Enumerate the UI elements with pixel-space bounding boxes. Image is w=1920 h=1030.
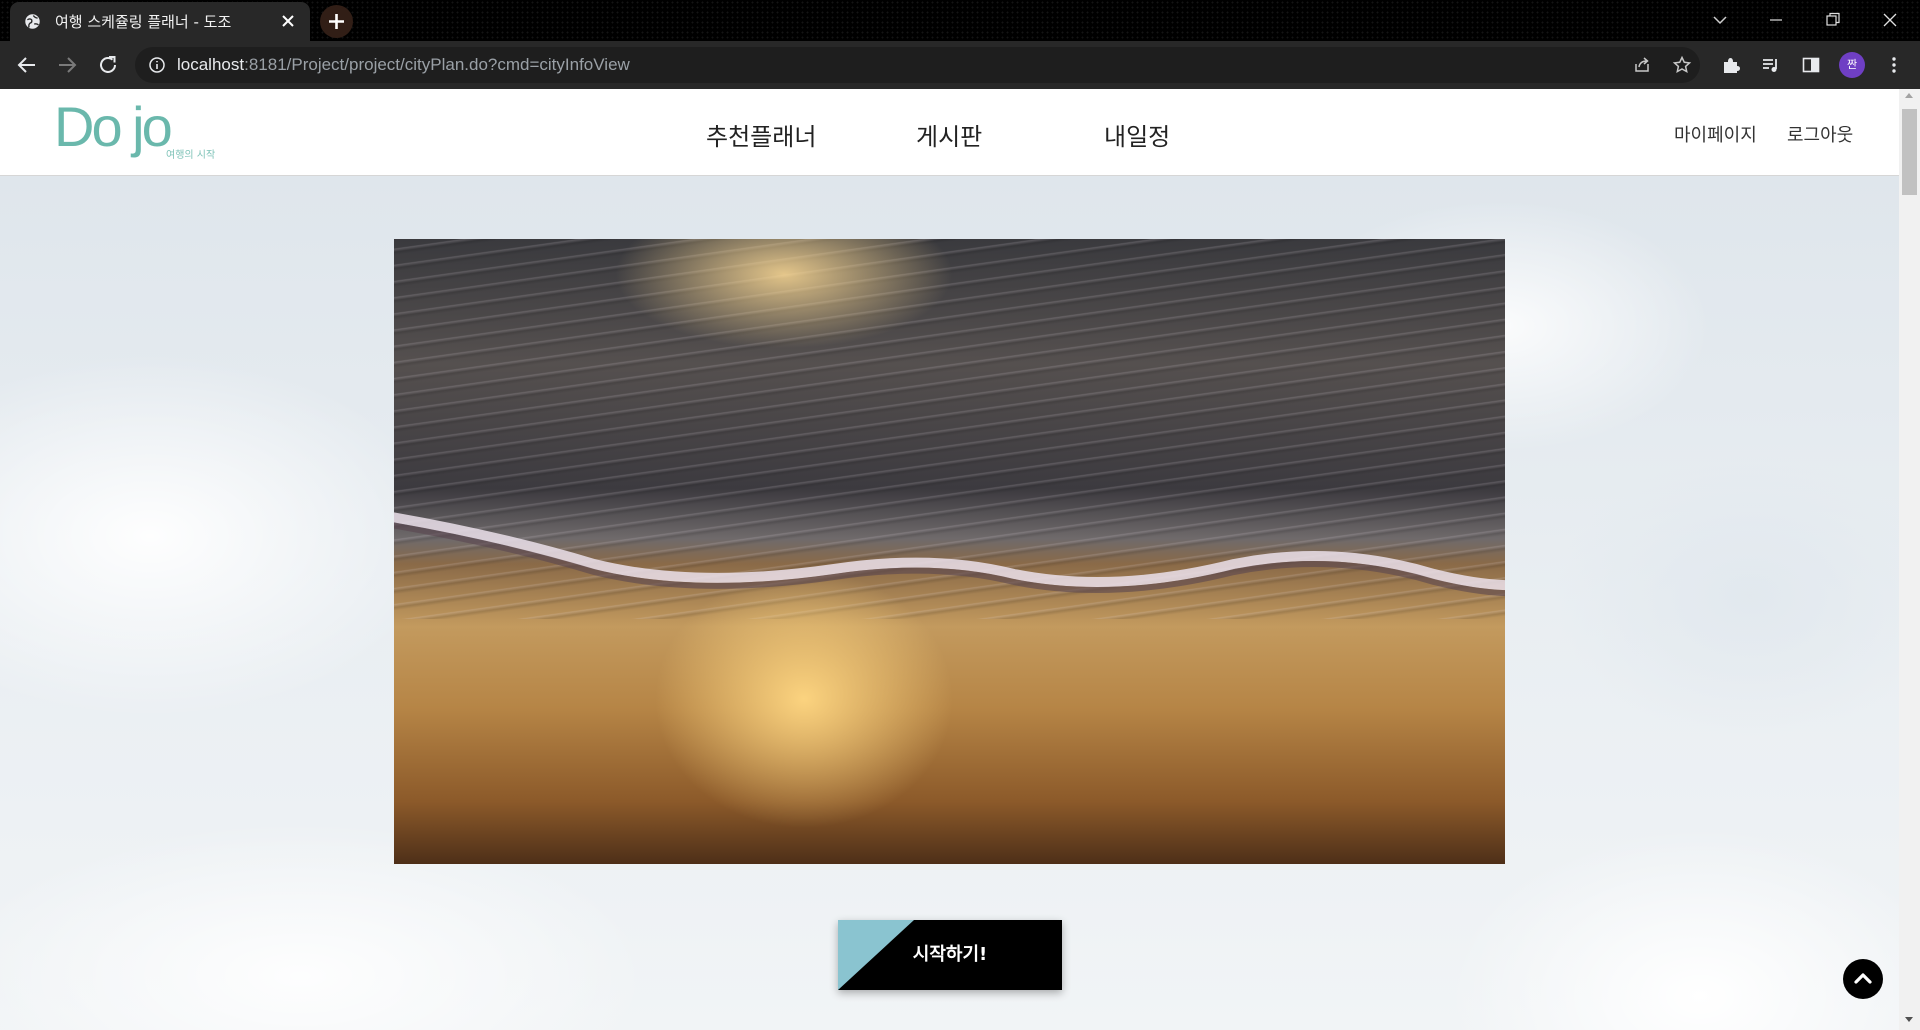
globe-icon <box>25 14 40 29</box>
reload-icon[interactable] <box>96 53 120 77</box>
logo-subtitle: 여행의 시작 <box>166 150 216 161</box>
restore-icon[interactable] <box>1823 10 1843 30</box>
address-bar[interactable]: localhost:8181/Project/project/cityPlan.… <box>135 47 1700 83</box>
start-button[interactable]: 시작하기! <box>838 920 1062 990</box>
page-scrollbar[interactable] <box>1899 89 1920 1030</box>
browser-toolbar: localhost:8181/Project/project/cityPlan.… <box>0 41 1920 89</box>
url-path: :8181/Project/project/cityPlan.do?cmd=ci… <box>244 55 630 74</box>
scroll-to-top-button[interactable] <box>1843 959 1883 999</box>
nav-recommend-planner[interactable]: 추천플래너 <box>706 117 816 152</box>
close-window-icon[interactable] <box>1880 10 1900 30</box>
logout-link[interactable]: 로그아웃 <box>1787 121 1853 147</box>
page-viewport: Do jo 여행의 시작 추천플래너 게시판 내일정 마이페이지 로그아웃 시작… <box>0 89 1920 1030</box>
start-button-label: 시작하기! <box>912 944 988 965</box>
site-logo[interactable]: Do jo <box>54 97 173 157</box>
back-arrow-icon[interactable] <box>15 53 39 77</box>
tab-title: 여행 스케쥴링 플래너 - 도조 <box>55 13 232 31</box>
profile-avatar[interactable]: 짠 <box>1839 52 1865 78</box>
scroll-thumb[interactable] <box>1902 109 1917 195</box>
side-panel-icon[interactable] <box>1801 55 1821 75</box>
media-control-icon[interactable] <box>1761 55 1781 75</box>
nav-my-schedule[interactable]: 내일정 <box>1104 117 1170 152</box>
beach-sunset-image <box>394 239 1505 864</box>
mypage-link[interactable]: 마이페이지 <box>1674 121 1757 147</box>
site-info-icon[interactable] <box>148 56 166 74</box>
plus-icon <box>329 14 344 29</box>
url-text[interactable]: localhost:8181/Project/project/cityPlan.… <box>177 55 630 75</box>
bookmark-star-icon[interactable] <box>1672 55 1692 75</box>
browser-tab[interactable]: 여행 스케쥴링 플래너 - 도조 <box>10 2 310 41</box>
tab-search-icon[interactable] <box>1710 10 1730 30</box>
browser-tab-strip: 여행 스케쥴링 플래너 - 도조 <box>0 0 1920 41</box>
nav-board[interactable]: 게시판 <box>916 117 982 152</box>
share-icon[interactable] <box>1632 55 1652 75</box>
scroll-up-arrow-icon[interactable] <box>1905 93 1913 98</box>
forward-arrow-icon[interactable] <box>55 53 79 77</box>
chevron-up-icon <box>1854 973 1872 984</box>
scroll-down-arrow-icon[interactable] <box>1905 1017 1913 1022</box>
wave-foam <box>394 512 1505 597</box>
site-header: Do jo 여행의 시작 추천플래너 게시판 내일정 마이페이지 로그아웃 <box>0 89 1899 176</box>
new-tab-button[interactable] <box>320 5 353 38</box>
close-tab-icon[interactable] <box>280 13 296 29</box>
extensions-puzzle-icon[interactable] <box>1721 55 1741 75</box>
url-host: localhost <box>177 55 245 74</box>
kebab-menu-icon[interactable] <box>1884 55 1904 75</box>
minimize-icon[interactable] <box>1766 10 1786 30</box>
